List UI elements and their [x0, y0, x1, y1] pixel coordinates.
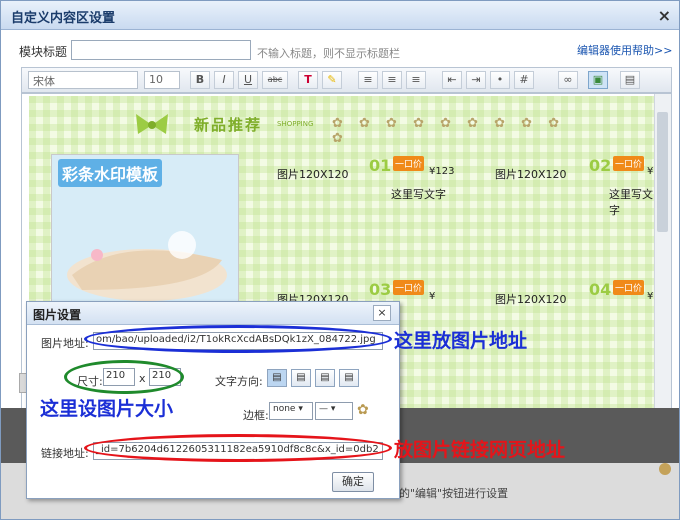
image-dialog-title: 图片设置 — [33, 308, 82, 322]
align-left-icon: ≡ — [363, 73, 373, 86]
product-price: ¥ — [647, 166, 654, 177]
insert-image-button[interactable]: ▣ — [588, 71, 608, 89]
product-number: 03 — [369, 280, 392, 299]
dialog-title: 自定义内容区设置 — [11, 11, 116, 26]
outdent-icon: ⇤ — [447, 73, 457, 86]
text-top-button[interactable]: ▤ — [291, 369, 311, 387]
font-size-select[interactable]: 10 — [144, 71, 180, 89]
editor-toolbar: 宋体 10 B I U abc T ✎ ≡ ≡ ≡ ⇤ ⇥ • # ∞ ▣ ▤ — [21, 67, 672, 93]
indent-button[interactable]: ⇥ — [466, 71, 486, 89]
status-dot-icon — [659, 463, 671, 475]
editor-help-link[interactable]: 编辑器使用帮助>> — [577, 42, 672, 58]
border-label: 边框: — [243, 409, 269, 422]
bullet-list-button[interactable]: • — [490, 71, 510, 89]
highlight-button[interactable]: ✎ — [322, 71, 342, 89]
close-icon[interactable]: × — [373, 305, 391, 321]
underline-button[interactable]: U — [238, 71, 258, 89]
align-top-icon: ▤ — [296, 372, 306, 383]
image-icon: ▣ — [592, 73, 604, 86]
product-price: ¥ — [647, 291, 654, 302]
link-highlight-ellipse — [84, 434, 392, 462]
banner: 新品推荐 SHOPPING ✿ ✿ ✿ ✿ ✿ ✿ ✿ ✿ ✿ ✿ — [132, 108, 582, 146]
size-highlight-ellipse — [64, 360, 184, 394]
link-button[interactable]: ∞ — [558, 71, 578, 89]
color-picker-icon[interactable]: ✿ — [357, 402, 369, 418]
promo-image: 彩条水印模板 — [51, 154, 239, 316]
product-number: 02 — [589, 156, 612, 175]
align-center-button[interactable]: ≡ — [382, 71, 402, 89]
product-description: 这里写文字 — [391, 188, 446, 201]
italic-button[interactable]: I — [214, 71, 234, 89]
strikethrough-button[interactable]: abc — [262, 71, 288, 89]
footer-hint: 的"编辑"按钮进行设置 — [399, 487, 509, 500]
bullet-list-icon: • — [496, 73, 504, 86]
font-color-icon: T — [304, 73, 312, 86]
close-icon[interactable]: × — [658, 6, 671, 25]
text-left-button[interactable]: ▤ — [267, 369, 287, 387]
price-badge: 一口价 — [393, 156, 425, 171]
price-badge: 一口价 — [613, 280, 645, 295]
product-price: ¥123 — [429, 166, 455, 177]
product-image-label: 图片120X120 — [495, 293, 567, 306]
image-url-label: 图片地址: — [41, 337, 89, 350]
align-left-icon: ▤ — [272, 372, 282, 383]
align-right-icon: ≡ — [411, 73, 421, 86]
border-style-value: none — [273, 404, 296, 414]
banner-title: 新品推荐 — [194, 116, 263, 134]
align-right-button[interactable]: ≡ — [406, 71, 426, 89]
font-family-value: 宋体 — [33, 75, 55, 88]
source-code-button[interactable]: ▤ — [620, 71, 640, 89]
align-bottom-icon: ▤ — [320, 372, 330, 383]
product-number: 01 — [369, 156, 392, 175]
product-number: 04 — [589, 280, 612, 299]
size-annotation: 这里设图片大小 — [40, 398, 174, 420]
image-dialog-titlebar: 图片设置 × — [27, 302, 399, 325]
border-style-select[interactable]: none ▾ — [269, 402, 313, 420]
font-color-button[interactable]: T — [298, 71, 318, 89]
product-image-label: 图片120X120 — [495, 168, 567, 181]
shoe-photo-icon — [67, 231, 227, 301]
ribbon-bow-icon — [136, 114, 168, 134]
product-image-label: 图片120X120 — [277, 168, 349, 181]
align-right-icon: ▤ — [344, 372, 354, 383]
product-description: 这里写文字 — [609, 188, 653, 217]
highlighter-icon: ✎ — [327, 73, 337, 86]
align-center-icon: ≡ — [387, 73, 397, 86]
scrollbar-thumb[interactable] — [657, 112, 668, 232]
ok-button[interactable]: 确定 — [332, 472, 374, 492]
numbered-list-icon: # — [519, 73, 529, 86]
product-price: ¥ — [429, 291, 436, 302]
banner-subtitle: SHOPPING — [277, 120, 314, 128]
url-highlight-ellipse — [84, 325, 392, 353]
price-badge: 一口价 — [393, 280, 425, 295]
price-badge: 一口价 — [613, 156, 645, 171]
bold-button[interactable]: B — [190, 71, 210, 89]
text-right-button[interactable]: ▤ — [339, 369, 359, 387]
editor-scrollbar[interactable] — [654, 94, 671, 412]
link-annotation: 放图片链接网页地址 — [394, 439, 566, 461]
module-title-input[interactable] — [71, 40, 251, 60]
module-title-label: 模块标题 — [19, 45, 68, 59]
flowers-decoration-icon: ✿ ✿ ✿ ✿ ✿ ✿ ✿ ✿ ✿ ✿ — [332, 116, 566, 146]
indent-icon: ⇥ — [471, 73, 481, 86]
link-url-label: 链接地址: — [41, 447, 89, 460]
font-size-value: 10 — [149, 73, 163, 86]
text-direction-label: 文字方向: — [215, 375, 263, 388]
url-annotation: 这里放图片地址 — [394, 330, 528, 352]
link-icon: ∞ — [563, 73, 573, 86]
font-family-select[interactable]: 宋体 — [28, 71, 138, 89]
promo-text: 彩条水印模板 — [58, 159, 163, 187]
document-icon: ▤ — [624, 73, 636, 86]
dialog-titlebar: 自定义内容区设置 × — [1, 1, 679, 30]
align-left-button[interactable]: ≡ — [358, 71, 378, 89]
numbered-list-button[interactable]: # — [514, 71, 534, 89]
module-title-hint: 不输入标题，则不显示标题栏 — [257, 47, 400, 60]
outdent-button[interactable]: ⇤ — [442, 71, 462, 89]
text-bottom-button[interactable]: ▤ — [315, 369, 335, 387]
border-width-select[interactable]: — ▾ — [315, 402, 353, 420]
